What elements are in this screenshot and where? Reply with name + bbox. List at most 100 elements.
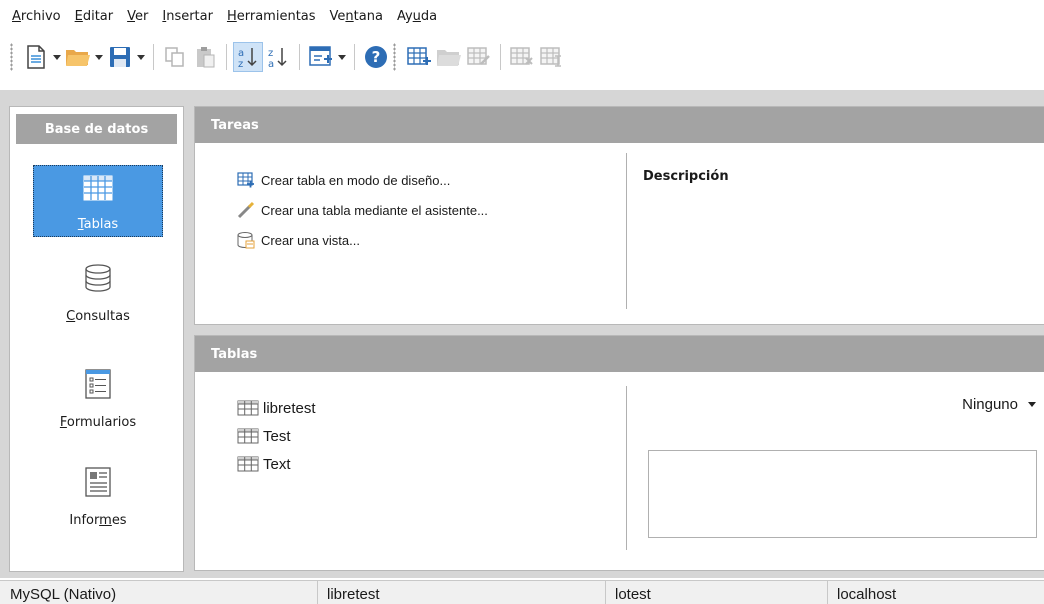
status-divider — [827, 581, 828, 604]
task-create-table-wizard[interactable]: Crear una tabla mediante el asistente... — [237, 195, 488, 225]
svg-text:z: z — [268, 48, 273, 59]
panel-divider — [626, 386, 627, 550]
table-icon — [237, 428, 259, 444]
menu-archivo[interactable]: Archivo — [12, 9, 61, 24]
table-list: libretest Test Text — [237, 394, 316, 478]
sort-descending-icon[interactable]: za — [263, 42, 293, 72]
paste-icon[interactable] — [190, 42, 220, 72]
tasks-panel: Tareas Crear tabla en modo de diseño... … — [194, 106, 1044, 325]
menu-archivo-post: rchivo — [20, 8, 61, 24]
status-divider — [317, 581, 318, 604]
database-sidebar: Base de datos Tablas Consultas Formulari… — [9, 106, 184, 572]
new-document-icon[interactable] — [21, 42, 51, 72]
open-folder-icon[interactable] — [63, 42, 93, 72]
database-window: Base de datos Tablas Consultas Formulari… — [0, 90, 1044, 578]
sidebar-item-label: Consultas — [66, 309, 130, 324]
form-icon — [84, 369, 112, 403]
task-label: Crear una tabla mediante el asistente... — [261, 202, 488, 218]
sidebar-item-formularios[interactable]: Formularios — [33, 362, 163, 434]
menu-ver-mnemonic: V — [127, 8, 136, 24]
menu-ayuda-post: da — [420, 8, 438, 24]
menu-ventana-pre: Ve — [329, 8, 346, 24]
menu-bar: Archivo Editar Ver Insertar Herramientas… — [0, 0, 1044, 32]
sidebar-item-label: Informes — [69, 513, 126, 528]
copy-icon[interactable] — [160, 42, 190, 72]
open-dropdown[interactable] — [93, 42, 105, 72]
menu-editar-post: ditar — [82, 8, 114, 24]
label-mnemonic: F — [59, 415, 67, 430]
table-icon — [237, 400, 259, 416]
task-label: Crear una vista... — [261, 232, 360, 248]
menu-ventana-mnemonic: n — [345, 8, 354, 24]
status-bar: MySQL (Nativo) libretest lotest localhos… — [0, 580, 1044, 604]
database-icon — [83, 263, 113, 297]
create-view-icon — [237, 231, 255, 249]
save-dropdown[interactable] — [135, 42, 147, 72]
table-design-icon — [237, 171, 255, 189]
new-document-dropdown[interactable] — [51, 42, 63, 72]
toolbar-separator — [500, 44, 501, 70]
toolbar-grip[interactable] — [10, 43, 13, 71]
table-item-label: libretest — [263, 399, 316, 417]
preview-mode-value: Ninguno — [962, 396, 1018, 413]
delete-object-icon[interactable] — [507, 42, 537, 72]
form-wizard-icon[interactable] — [306, 42, 336, 72]
table-item-label: Test — [263, 427, 291, 445]
sidebar-item-label: Tablas — [78, 217, 118, 232]
label-post: ablas — [83, 217, 119, 232]
table-item-label: Text — [263, 455, 291, 473]
status-database: libretest — [327, 586, 380, 603]
table-item-libretest[interactable]: libretest — [237, 394, 316, 422]
edit-object-icon[interactable] — [464, 42, 494, 72]
save-icon[interactable] — [105, 42, 135, 72]
menu-herramientas[interactable]: Herramientas — [227, 9, 316, 24]
standard-toolbar: az za ? — [0, 32, 1044, 82]
toolbar-grip[interactable] — [393, 43, 396, 71]
tasks-header: Tareas — [195, 107, 1044, 143]
toolbar-separator — [153, 44, 154, 70]
svg-text:z: z — [238, 59, 243, 69]
menu-editar-mnemonic: E — [74, 8, 83, 24]
svg-text:a: a — [238, 48, 244, 59]
panel-divider — [626, 153, 627, 309]
sidebar-item-consultas[interactable]: Consultas — [33, 256, 163, 328]
sidebar-item-informes[interactable]: Informes — [33, 460, 163, 532]
task-list: Crear tabla en modo de diseño... Crear u… — [237, 165, 488, 255]
status-driver: MySQL (Nativo) — [10, 586, 117, 603]
menu-ventana-post: tana — [353, 8, 383, 24]
menu-editar[interactable]: Editar — [75, 9, 114, 24]
menu-ver[interactable]: Ver — [127, 9, 148, 24]
status-user: lotest — [615, 586, 651, 603]
table-item-test[interactable]: Test — [237, 422, 316, 450]
toolbar-separator — [299, 44, 300, 70]
menu-insertar[interactable]: Insertar — [162, 9, 213, 24]
open-object-icon[interactable] — [434, 42, 464, 72]
preview-mode-select[interactable]: Ninguno — [962, 396, 1036, 413]
menu-herramientas-mnemonic: H — [226, 8, 237, 24]
form-wizard-dropdown[interactable] — [336, 42, 348, 72]
label-post: onsultas — [75, 309, 130, 324]
menu-ayuda-pre: Ay — [396, 8, 413, 24]
wizard-wand-icon — [237, 201, 255, 219]
task-create-table-design[interactable]: Crear tabla en modo de diseño... — [237, 165, 488, 195]
preview-area — [648, 450, 1037, 538]
menu-ayuda[interactable]: Ayuda — [397, 9, 437, 24]
create-table-icon[interactable] — [404, 42, 434, 72]
label-mnemonic: m — [99, 513, 112, 528]
sidebar-header: Base de datos — [16, 114, 177, 144]
description-title: Descripción — [643, 169, 729, 184]
table-item-text[interactable]: Text — [237, 450, 316, 478]
menu-herramientas-post: erramientas — [236, 8, 316, 24]
label-post: ormularios — [66, 415, 137, 430]
toolbar-separator — [354, 44, 355, 70]
sort-ascending-icon[interactable]: az — [233, 42, 263, 72]
menu-ventana[interactable]: Ventana — [330, 9, 383, 24]
table-icon — [83, 175, 113, 205]
sidebar-item-tablas[interactable]: Tablas — [33, 165, 163, 237]
task-create-view[interactable]: Crear una vista... — [237, 225, 488, 255]
status-host: localhost — [837, 586, 897, 603]
chevron-down-icon — [1028, 402, 1036, 407]
help-icon[interactable]: ? — [361, 42, 391, 72]
menu-archivo-mnemonic: A — [12, 8, 21, 24]
rename-object-icon[interactable] — [537, 42, 567, 72]
